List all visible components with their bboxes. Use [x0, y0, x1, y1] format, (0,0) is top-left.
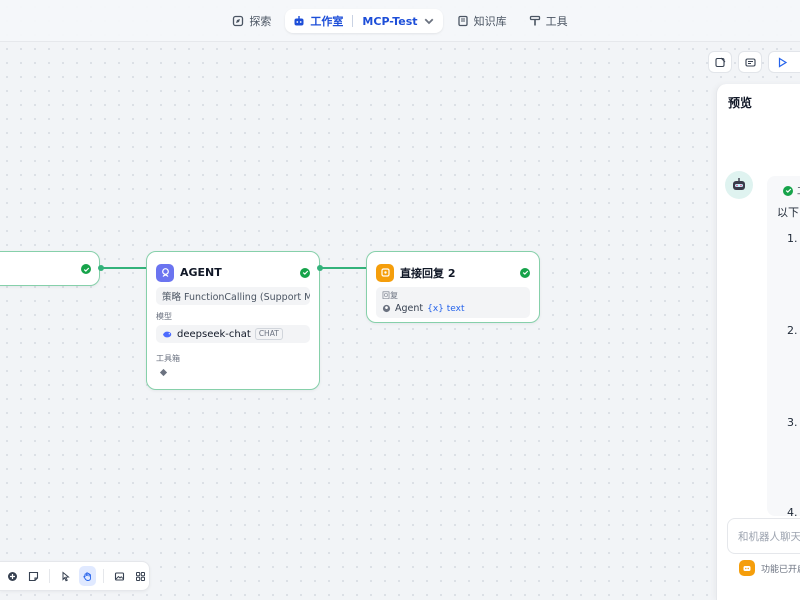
preview-title: 预览 [728, 96, 753, 110]
add-note-button[interactable] [25, 566, 42, 586]
nav-explore-label: 探索 [249, 15, 272, 28]
success-check-icon [520, 267, 530, 278]
bot-message-bubble: 工 以下 1. 2 2. 2 3. 2 4. [767, 176, 800, 519]
checklist-icon [714, 57, 725, 67]
reply-variable-row: Agent {x} text [382, 303, 524, 314]
feature-notice: 功能已开启 [739, 560, 800, 576]
agent-strategy: 策略 FunctionCalling (Support M... [156, 287, 310, 305]
robot-icon [294, 16, 304, 26]
success-check-icon [300, 267, 310, 278]
edge-agent-reply [320, 267, 367, 269]
bot-avatar [725, 171, 753, 199]
toolbar-divider [102, 569, 104, 583]
reply-icon [376, 263, 394, 282]
feature-text: 功能已开启 [761, 564, 800, 575]
robot-avatar-icon [733, 178, 745, 190]
nav-tools-label: 工具 [545, 15, 568, 28]
nav-divider [352, 15, 354, 27]
reply-content-box: 回复 Agent {x} text [376, 287, 530, 318]
success-check-icon [81, 264, 91, 274]
toolbar-divider [49, 569, 51, 583]
cursor-icon [62, 570, 71, 581]
explore-icon [233, 15, 244, 27]
pointer-mode-button[interactable] [57, 566, 74, 586]
agent-node[interactable]: AGENT 策略 FunctionCalling (Support M... 模… [146, 251, 320, 390]
reply-source: Agent [395, 303, 424, 314]
model-tag: CHAT [254, 328, 283, 340]
toolset-item[interactable] [159, 367, 319, 380]
model-name: deepseek-chat [177, 328, 251, 340]
feature-icon [739, 560, 755, 576]
nav-studio-label: 工作室 [310, 15, 344, 28]
image-icon [114, 571, 124, 581]
hammer-icon [529, 15, 540, 26]
layout-grid-icon [135, 571, 145, 581]
start-node[interactable] [0, 251, 100, 286]
message-intro: 以下 [777, 206, 799, 219]
main-nav: 探索 工作室 MCP-Test 知识库 工具 [0, 9, 800, 33]
message-list-item: 1. 2 [787, 232, 800, 245]
model-label: 模型 [156, 312, 172, 321]
app-name: MCP-Test [362, 14, 418, 28]
book-icon [457, 15, 468, 27]
agent-small-icon [382, 304, 391, 313]
output-port[interactable] [98, 265, 104, 271]
chat-input-placeholder: 和机器人聊天 [738, 531, 800, 543]
canvas-action-toolbar [708, 51, 800, 73]
env-icon [744, 57, 756, 67]
nav-knowledge-label: 知识库 [473, 15, 507, 28]
edge-start-agent [101, 267, 147, 269]
reply-node-title: 直接回复 2 [400, 266, 456, 280]
message-list-item: 2. 2 [787, 324, 800, 337]
reply-label: 回复 [382, 291, 398, 300]
env-variables-button[interactable] [738, 51, 762, 73]
hand-icon [83, 571, 91, 581]
tool-diamond-icon [159, 368, 168, 377]
agent-strategy-text: 策略 FunctionCalling (Support M... [162, 292, 310, 303]
nav-knowledge[interactable]: 知识库 [449, 9, 515, 33]
direct-reply-node[interactable]: 直接回复 2 回复 Agent {x} text [366, 251, 540, 323]
hand-mode-button[interactable] [78, 566, 96, 586]
top-navigation-bar: 探索 工作室 MCP-Test 知识库 工具 [0, 0, 800, 42]
output-port[interactable] [317, 265, 323, 271]
success-check-icon [783, 185, 793, 196]
play-icon [778, 56, 788, 68]
note-icon [29, 571, 39, 581]
preview-panel: 预览 工 以下 1. 2 2. 2 3. 2 4. 和机器人聊天 功能已开启 [716, 84, 800, 600]
plus-circle-icon [8, 571, 18, 581]
run-button[interactable] [768, 51, 800, 73]
agent-node-header: AGENT [147, 252, 319, 284]
reply-node-header: 直接回复 2 [367, 252, 539, 284]
agent-node-title: AGENT [180, 266, 222, 279]
chevron-down-icon [424, 18, 433, 25]
add-node-button[interactable] [4, 566, 21, 586]
deepseek-icon [163, 331, 172, 337]
agent-icon [156, 263, 174, 282]
chat-input[interactable]: 和机器人聊天 [727, 518, 800, 554]
nav-explore[interactable]: 探索 [224, 9, 279, 33]
model-field: deepseek-chat CHAT [156, 325, 310, 343]
reply-variable: {x} text [427, 303, 465, 314]
canvas-bottom-toolbar [0, 561, 150, 591]
nav-tools[interactable]: 工具 [521, 9, 576, 33]
message-list-item: 3. 2 [787, 416, 800, 429]
workflow-status[interactable]: 工 [783, 184, 800, 197]
checklist-button[interactable] [708, 51, 732, 73]
toolset-label: 工具箱 [156, 354, 180, 363]
export-image-button[interactable] [111, 566, 128, 586]
nav-studio[interactable]: 工作室 MCP-Test [285, 9, 443, 33]
organize-nodes-button[interactable] [132, 566, 149, 586]
